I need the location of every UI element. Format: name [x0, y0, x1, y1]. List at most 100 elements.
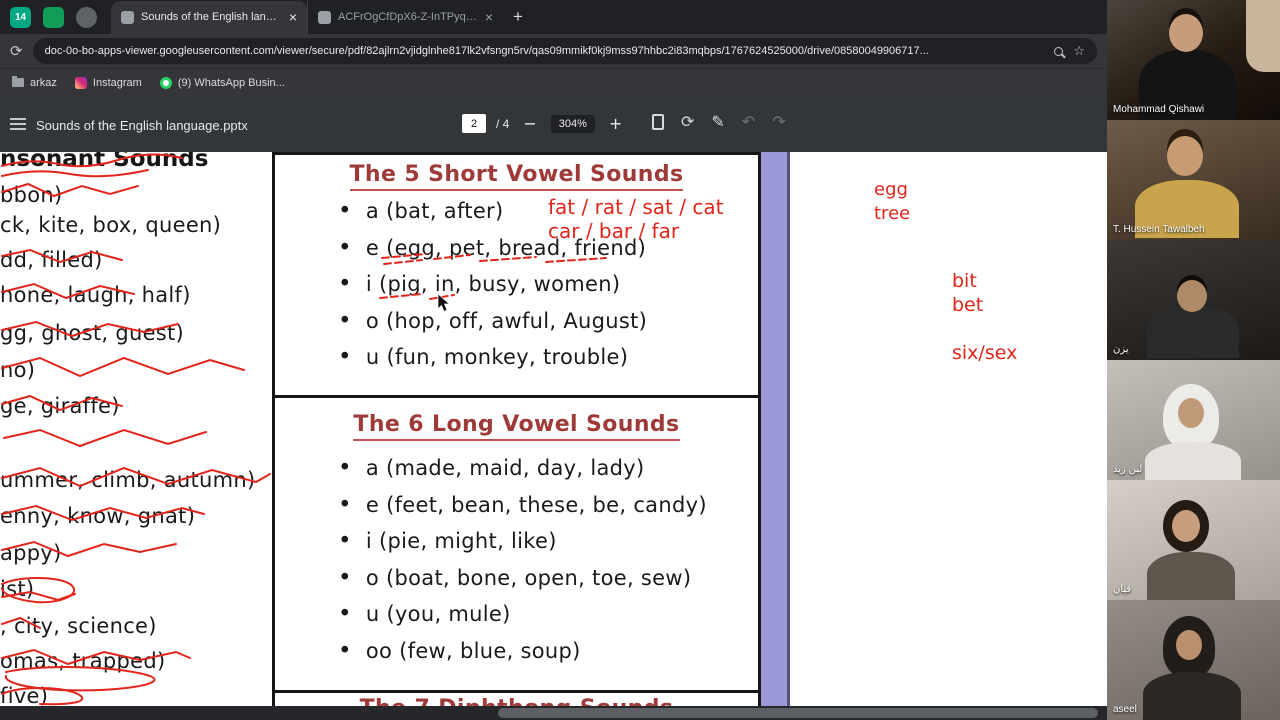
file-favicon — [318, 10, 331, 24]
consonant-line: appy) — [0, 541, 62, 565]
browser-window: 14 Sounds of the English language × ACFr… — [0, 0, 1107, 720]
short-vowels-title-text: The 5 Short Vowel Sounds — [349, 162, 684, 191]
bookmark-label: arkaz — [30, 76, 57, 89]
bookmark-label: (9) WhatsApp Busin... — [177, 76, 285, 89]
bookmark-arkaz[interactable]: arkaz — [12, 76, 57, 89]
reload-icon[interactable]: ⟳ — [10, 42, 23, 60]
ink-note-egg: egg — [874, 179, 908, 200]
whatsapp-badge-icon[interactable]: 14 — [10, 6, 31, 28]
consonant-line: ge, giraffe) — [0, 394, 120, 418]
vowel-item: o (hop, off, awful, August) — [338, 303, 647, 340]
bookmark-label: Instagram — [92, 76, 142, 89]
participant-name: T. Hussein Tawalbeh — [1113, 224, 1205, 235]
extension-icon[interactable] — [76, 6, 97, 28]
avatar — [1246, 0, 1280, 72]
horizontal-scrollbar[interactable] — [0, 706, 1107, 720]
table-border — [275, 690, 758, 693]
vowel-item: u (fun, monkey, trouble) — [338, 339, 647, 376]
page-number-input[interactable] — [462, 114, 486, 133]
participant-video[interactable]: Mohammad Qishawi — [1107, 0, 1280, 120]
vowel-item: e (feet, bean, these, be, candy) — [338, 487, 707, 524]
avatar — [1145, 442, 1241, 480]
consonant-line: omas, trapped) — [0, 649, 166, 673]
tab-title: Sounds of the English language — [141, 11, 282, 23]
pdf-page-controls: / 4 − 304% + — [462, 114, 626, 133]
participant-video[interactable]: ڤيان — [1107, 480, 1280, 600]
video-call-sidebar: Mohammad Qishawi T. Hussein Tawalbeh يزن… — [1107, 0, 1280, 720]
participant-name: لين زيد — [1113, 464, 1143, 475]
sheets-icon[interactable] — [43, 6, 64, 28]
address-bar: ⟳ doc-0o-bo-apps-viewer.googleuserconten… — [0, 34, 1107, 68]
long-vowels-title: The 6 Long Vowel Sounds — [275, 412, 758, 441]
pdf-favicon — [121, 10, 134, 24]
bookmark-star-icon[interactable]: ☆ — [1073, 44, 1085, 59]
ink-note-bet: bet — [952, 294, 984, 316]
diphthong-title-text: The 7 Diphthong Sounds — [359, 696, 674, 706]
participant-video[interactable]: aseel — [1107, 600, 1280, 720]
pdf-toolbar: Sounds of the English language.pptx / 4 … — [0, 96, 1107, 152]
avatar — [1147, 552, 1235, 600]
diphthong-title: The 7 Diphthong Sounds — [275, 696, 758, 706]
fit-page-icon[interactable] — [652, 113, 664, 130]
tab-title: ACFrOgCfDpX6-Z-InTPyqndL7M — [338, 11, 478, 23]
zoom-level[interactable]: 304% — [550, 114, 595, 133]
participant-name: يزن — [1113, 344, 1129, 355]
avatar — [1177, 280, 1207, 312]
undo-icon: ↶ — [741, 112, 756, 131]
avatar — [1178, 398, 1204, 428]
consonant-line: ck, kite, box, queen) — [0, 213, 222, 237]
pdf-tools: ⟳ ✎ ↶ ↷ — [652, 112, 786, 131]
url-field[interactable]: doc-0o-bo-apps-viewer.googleusercontent.… — [32, 38, 1097, 64]
pdf-document-title: Sounds of the English language.pptx — [36, 118, 248, 133]
zoom-search-icon[interactable] — [1054, 46, 1064, 56]
zoom-out-button[interactable]: − — [519, 114, 540, 133]
participant-video[interactable]: لين زيد — [1107, 360, 1280, 480]
consonant-line: dd, filled) — [0, 248, 103, 272]
url-text[interactable]: doc-0o-bo-apps-viewer.googleusercontent.… — [45, 45, 1045, 57]
pinned-icons: 14 — [10, 6, 97, 28]
participant-video[interactable]: يزن — [1107, 240, 1280, 360]
consonant-line: gg, ghost, guest) — [0, 321, 185, 345]
table-border — [275, 152, 758, 155]
short-vowels-title: The 5 Short Vowel Sounds — [275, 162, 758, 191]
consonant-line: ist) — [0, 577, 35, 601]
whatsapp-icon — [159, 76, 172, 89]
pdf-page[interactable]: nsonant Sounds bbon) ck, kite, box, quee… — [0, 152, 1107, 706]
avatar — [1147, 306, 1239, 358]
close-icon[interactable]: × — [289, 9, 297, 25]
slide-edge-line — [787, 152, 790, 706]
consonant-line: bbon) — [0, 183, 63, 207]
redo-icon: ↷ — [772, 112, 786, 131]
bookmark-instagram[interactable]: Instagram — [74, 76, 142, 89]
participant-name: Mohammad Qishawi — [1113, 104, 1205, 115]
avatar — [1172, 510, 1200, 542]
vowel-item: a (made, maid, day, lady) — [338, 450, 707, 487]
bookmark-whatsapp[interactable]: (9) WhatsApp Busin... — [159, 76, 285, 89]
scrollbar-thumb[interactable] — [498, 708, 1098, 718]
vowel-item: o (boat, bone, open, toe, sew) — [338, 560, 707, 597]
consonant-line: enny, know, gnat) — [0, 504, 196, 528]
new-tab-button[interactable]: + — [513, 7, 523, 27]
menu-icon[interactable] — [10, 118, 26, 130]
avatar — [1169, 14, 1203, 52]
avatar — [1167, 136, 1203, 176]
zoom-in-button[interactable]: + — [605, 114, 626, 133]
bookmarks-bar: arkaz Instagram (9) WhatsApp Busin... — [0, 68, 1107, 96]
annotate-icon[interactable]: ✎ — [711, 112, 724, 131]
long-vowels-list: a (made, maid, day, lady) e (feet, bean,… — [338, 450, 707, 669]
ink-note-bit: bit — [952, 270, 977, 292]
rotate-icon[interactable]: ⟳ — [681, 112, 694, 131]
ink-note-fat: fat / rat / sat / cat — [548, 195, 724, 219]
consonant-line: ummer, climb, autumn) — [0, 468, 256, 492]
slide-edge-strip — [761, 152, 787, 706]
close-icon[interactable]: × — [485, 9, 493, 25]
page-total: / 4 — [496, 116, 510, 131]
tab-acfr[interactable]: ACFrOgCfDpX6-Z-InTPyqndL7M × — [307, 0, 503, 34]
participant-video[interactable]: T. Hussein Tawalbeh — [1107, 120, 1280, 240]
consonant-line: hone, laugh, half) — [0, 283, 191, 307]
vowel-item: u (you, mule) — [338, 596, 707, 633]
participant-name: aseel — [1113, 704, 1137, 715]
long-vowels-title-text: The 6 Long Vowel Sounds — [353, 412, 680, 441]
participant-name: ڤيان — [1113, 584, 1132, 595]
tab-sounds[interactable]: Sounds of the English language × — [111, 0, 307, 34]
